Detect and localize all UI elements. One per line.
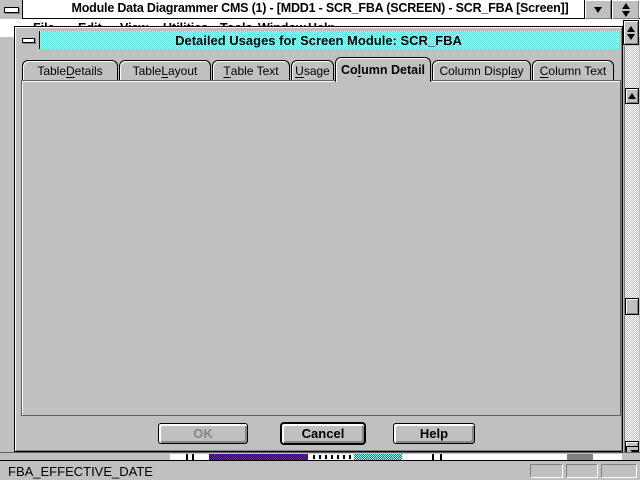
diagram-text-specks xyxy=(313,455,351,459)
screen: Module Data Diagrammer CMS (1) - [MDD1 -… xyxy=(0,0,640,480)
restore-button[interactable] xyxy=(611,0,639,19)
document-restore-button[interactable] xyxy=(623,20,639,45)
document-restore-icon xyxy=(627,26,635,40)
tab-column-display[interactable]: Column Display xyxy=(432,60,531,80)
help-button[interactable]: Help xyxy=(393,423,475,444)
ok-button[interactable]: OK xyxy=(158,423,248,444)
status-text: FBA_EFFECTIVE_DATE xyxy=(8,464,153,479)
column-detail-panel xyxy=(21,80,621,416)
main-window-title: Module Data Diagrammer CMS (1) - [MDD1 -… xyxy=(0,1,640,15)
minimize-button[interactable] xyxy=(584,0,611,19)
detailed-usages-dialog: Detailed Usages for Screen Module: SCR_F… xyxy=(14,26,623,452)
scrollbar-thumb[interactable] xyxy=(625,298,639,315)
dialog-title: Detailed Usages for Screen Module: SCR_F… xyxy=(18,33,619,48)
main-titlebar: Module Data Diagrammer CMS (1) - [MDD1 -… xyxy=(0,0,640,19)
dialog-titlebar: Detailed Usages for Screen Module: SCR_F… xyxy=(18,31,619,49)
status-panel xyxy=(601,464,637,478)
minimize-icon xyxy=(594,7,602,13)
status-panel xyxy=(566,464,598,478)
status-bar: FBA_EFFECTIVE_DATE xyxy=(0,460,640,480)
diagram-sliver xyxy=(0,452,640,460)
tab-column-text[interactable]: Column Text xyxy=(532,60,614,80)
tab-column-detail[interactable]: Column Detail xyxy=(335,57,431,82)
tab-table-text[interactable]: Table Text xyxy=(212,60,290,80)
tab-usage[interactable]: Usage xyxy=(291,60,334,80)
tab-table-layout[interactable]: Table Layout xyxy=(119,60,211,80)
cancel-button[interactable]: Cancel xyxy=(281,423,365,444)
scroll-up-icon xyxy=(628,93,636,99)
tab-table-details[interactable]: Table Details xyxy=(22,60,118,80)
scroll-up-button[interactable] xyxy=(625,88,639,104)
vertical-scrollbar[interactable] xyxy=(624,46,639,458)
restore-icon xyxy=(622,3,630,17)
status-panel xyxy=(530,464,563,478)
